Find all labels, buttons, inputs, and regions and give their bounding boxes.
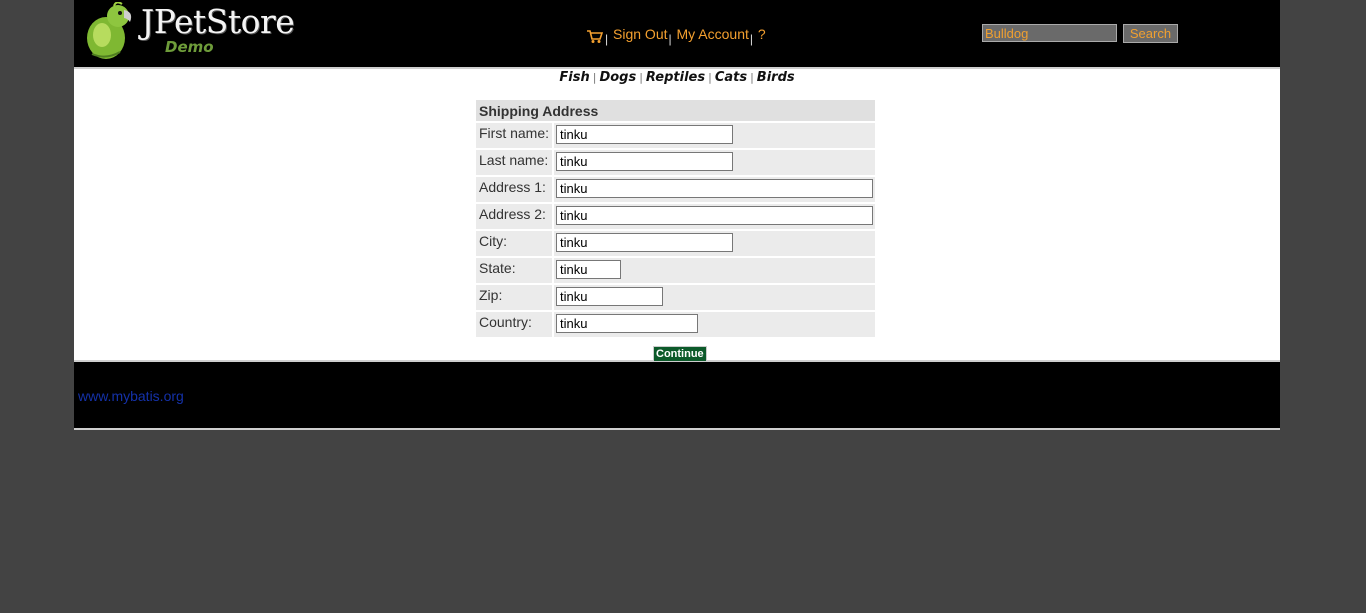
shopping-cart-icon[interactable] xyxy=(586,29,603,44)
form-row-country: Country: xyxy=(476,312,875,337)
last-name-cell xyxy=(554,150,875,175)
form-row-zip: Zip: xyxy=(476,285,875,310)
shipping-address-form: Shipping Address First name: Last name: … xyxy=(474,98,877,339)
quick-link-birds[interactable]: Birds xyxy=(757,70,795,85)
quick-link-separator: | xyxy=(592,71,597,84)
first-name-cell xyxy=(554,123,875,148)
zip-label: Zip: xyxy=(476,285,552,310)
address1-cell xyxy=(554,177,875,202)
last-name-label: Last name: xyxy=(476,150,552,175)
search-button[interactable]: Search xyxy=(1122,24,1179,43)
header-menu: | Sign Out| My Account| ? xyxy=(586,24,766,46)
quick-link-separator: | xyxy=(750,71,754,84)
quick-links: Fish | Dogs | Reptiles | Cats | Birds xyxy=(74,70,1280,85)
search-input[interactable] xyxy=(982,24,1117,42)
shipping-address-heading: Shipping Address xyxy=(476,100,875,121)
first-name-label: First name: xyxy=(476,123,552,148)
address2-label: Address 2: xyxy=(476,204,552,229)
city-cell xyxy=(554,231,875,256)
city-field[interactable] xyxy=(556,233,733,252)
form-row-address2: Address 2: xyxy=(476,204,875,229)
my-account-link[interactable]: My Account xyxy=(677,26,749,42)
zip-field[interactable] xyxy=(556,287,663,306)
last-name-field[interactable] xyxy=(556,152,733,171)
help-link[interactable]: ? xyxy=(758,26,766,42)
state-field[interactable] xyxy=(556,260,621,279)
zip-cell xyxy=(554,285,875,310)
country-field[interactable] xyxy=(556,314,698,333)
quick-link-separator: | xyxy=(708,71,712,84)
quick-link-separator: | xyxy=(639,71,643,84)
city-label: City: xyxy=(476,231,552,256)
quick-link-dogs[interactable]: Dogs xyxy=(599,70,636,85)
country-cell xyxy=(554,312,875,337)
sign-out-link[interactable]: Sign Out xyxy=(613,26,667,42)
logo[interactable]: JPetStore Demo xyxy=(84,2,304,60)
quick-link-cats[interactable]: Cats xyxy=(715,70,747,85)
header: JPetStore Demo | Sign Out| My Account| ?… xyxy=(74,0,1280,69)
form-row-last-name: Last name: xyxy=(476,150,875,175)
search-form: Search xyxy=(982,24,1179,43)
parrot-logo-icon xyxy=(87,2,132,59)
page-wrapper: JPetStore Demo | Sign Out| My Account| ?… xyxy=(74,0,1280,430)
country-label: Country: xyxy=(476,312,552,337)
quick-link-fish[interactable]: Fish xyxy=(559,70,589,85)
address2-field[interactable] xyxy=(556,206,873,225)
menu-separator: | xyxy=(605,32,609,46)
footer: www.mybatis.org xyxy=(74,362,1280,430)
logo-title: JPetStore xyxy=(141,2,295,41)
menu-separator: | xyxy=(668,32,672,46)
state-cell xyxy=(554,258,875,283)
mybatis-link[interactable]: www.mybatis.org xyxy=(78,388,184,404)
form-row-first-name: First name: xyxy=(476,123,875,148)
address1-label: Address 1: xyxy=(476,177,552,202)
form-row-city: City: xyxy=(476,231,875,256)
main-content: Fish | Dogs | Reptiles | Cats | Birds Shipping A… xyxy=(74,69,1280,362)
first-name-field[interactable] xyxy=(556,125,733,144)
quick-link-reptiles[interactable]: Reptiles xyxy=(646,70,705,85)
address2-cell xyxy=(554,204,875,229)
menu-separator: | xyxy=(749,32,754,46)
logo-subtitle: Demo xyxy=(165,38,214,56)
state-label: State: xyxy=(476,258,552,283)
form-row-address1: Address 1: xyxy=(476,177,875,202)
form-row-state: State: xyxy=(476,258,875,283)
address1-field[interactable] xyxy=(556,179,873,198)
continue-button[interactable]: Continue xyxy=(653,346,707,362)
